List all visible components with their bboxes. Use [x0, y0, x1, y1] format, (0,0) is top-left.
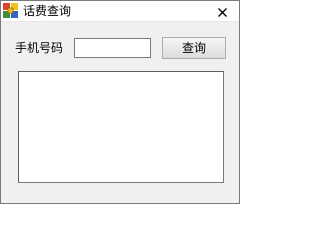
phone-label: 手机号码	[15, 41, 64, 55]
query-button[interactable]: 查询	[162, 37, 226, 59]
title-bar[interactable]: 话费查询	[1, 1, 239, 22]
window-title: 话费查询	[23, 4, 72, 18]
close-button[interactable]	[207, 2, 237, 20]
app-window: 话费查询 手机号码 查询	[0, 0, 240, 204]
app-icon	[3, 3, 18, 18]
client-area: 手机号码 查询	[1, 22, 239, 203]
result-textarea[interactable]	[18, 71, 224, 183]
phone-input[interactable]	[74, 38, 151, 58]
close-icon	[217, 8, 227, 17]
